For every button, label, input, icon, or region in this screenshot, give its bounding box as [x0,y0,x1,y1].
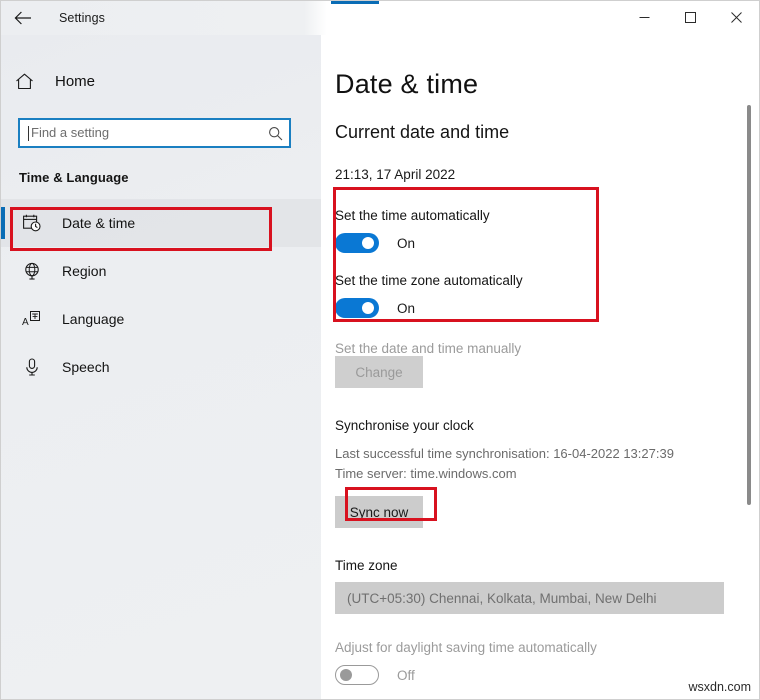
window-body: Home Find a setting Time & Language Date… [1,35,759,699]
back-button[interactable] [1,2,45,34]
set-timezone-automatically-row: On [335,298,759,318]
language-icon: A [19,310,45,328]
maximize-button[interactable] [667,1,713,33]
sidebar-item-label: Date & time [62,215,136,231]
calendar-clock-icon [19,214,45,232]
daylight-saving-state: Off [397,667,415,683]
time-server-text: Time server: time.windows.com [335,466,517,481]
search-placeholder: Find a setting [31,125,110,140]
scrollbar-thumb[interactable] [747,105,751,505]
toggle-knob [362,237,374,249]
daylight-saving-toggle[interactable] [335,665,379,685]
settings-window: Settings Home Find a setting Time & Lang… [0,0,760,700]
sidebar-item-date-time[interactable]: Date & time [1,199,321,247]
toggle-knob [362,302,374,314]
sidebar-item-speech[interactable]: Speech [1,343,321,391]
close-button[interactable] [713,1,759,33]
set-time-automatically-toggle[interactable] [335,233,379,253]
microphone-icon [19,358,45,376]
text-caret [28,125,29,141]
sidebar-item-region[interactable]: Region [1,247,321,295]
sidebar-item-label: Language [62,311,125,327]
page-title: Date & time [335,69,479,99]
close-icon [730,11,742,23]
set-timezone-automatically-state: On [397,300,416,316]
home-icon [15,73,43,90]
tab-accent-line [331,1,379,4]
sidebar-item-label: Region [62,263,107,279]
daylight-saving-label: Adjust for daylight saving time automati… [335,640,597,655]
sidebar-item-label: Speech [62,359,110,375]
minimize-button[interactable] [621,1,667,33]
timezone-select[interactable]: (UTC+05:30) Chennai, Kolkata, Mumbai, Ne… [335,582,724,614]
search-icon[interactable] [268,126,283,141]
title-bar: Settings [1,1,759,35]
sidebar-nav: Date & time Region A Language Speech [1,199,321,391]
set-manually-label: Set the date and time manually [335,341,522,356]
back-arrow-icon [14,11,31,25]
last-sync-text: Last successful time synchronisation: 16… [335,446,674,461]
sidebar: Home Find a setting Time & Language Date… [1,35,321,699]
minimize-icon [639,16,649,18]
section-time-zone: Time zone [335,558,398,573]
content-scrollbar[interactable] [743,35,755,699]
change-button[interactable]: Change [335,356,423,388]
sidebar-item-home[interactable]: Home [1,61,321,101]
current-datetime-value: 21:13, 17 April 2022 [335,167,456,182]
svg-text:A: A [22,317,29,328]
search-input[interactable]: Find a setting [18,118,291,148]
toggle-knob [340,668,352,681]
set-timezone-automatically-label: Set the time zone automatically [335,273,523,288]
sidebar-item-language[interactable]: A Language [1,295,321,343]
sidebar-group-title: Time & Language [19,170,129,185]
globe-icon [19,262,45,280]
maximize-icon [684,11,696,23]
section-synchronise-clock: Synchronise your clock [335,418,474,433]
main-content: Date & time Current date and time 21:13,… [321,35,759,699]
set-time-automatically-row: On [335,233,759,253]
section-current-date-time: Current date and time [335,122,510,142]
set-timezone-automatically-toggle[interactable] [335,298,379,318]
watermark: wsxdn.com [688,680,751,694]
window-title: Settings [59,11,105,25]
home-label: Home [55,72,96,90]
sync-now-button[interactable]: Sync now [335,496,423,528]
window-controls [621,1,759,33]
set-time-automatically-label: Set the time automatically [335,208,490,223]
set-time-automatically-state: On [397,235,416,251]
